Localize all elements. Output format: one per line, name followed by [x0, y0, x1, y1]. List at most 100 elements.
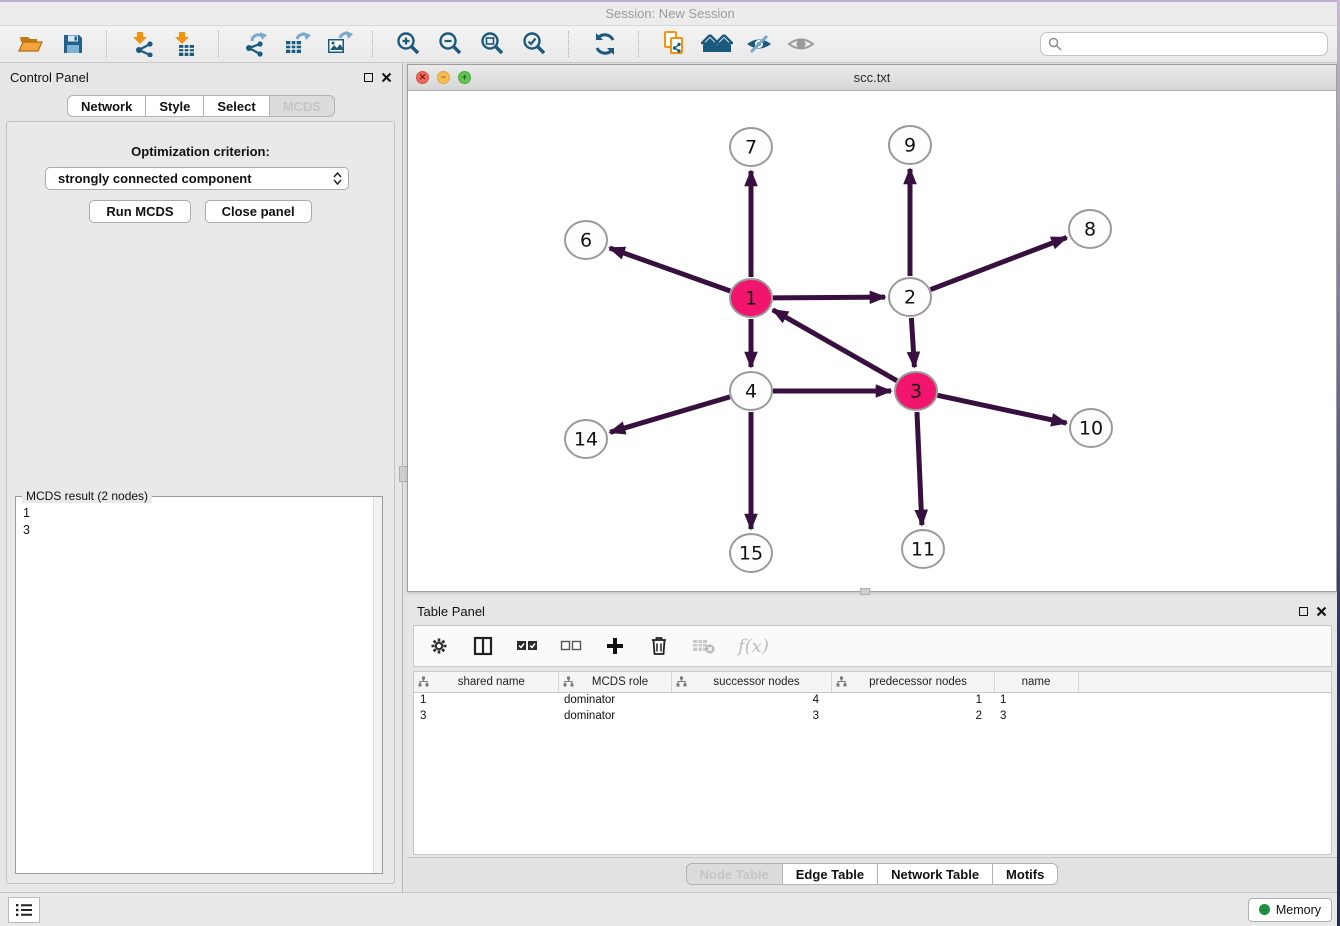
graph-edge-1-2[interactable]: [773, 297, 885, 298]
table-row[interactable]: 3dominator323: [414, 708, 1331, 724]
column-view-icon[interactable]: [472, 631, 494, 661]
open-session-icon[interactable]: [10, 28, 52, 60]
mcds-result-line: 3: [23, 522, 378, 539]
tab-edge-table[interactable]: Edge Table: [783, 863, 878, 885]
export-image-icon[interactable]: [318, 28, 360, 60]
hide-panel-icon[interactable]: [738, 28, 780, 60]
zoom-out-icon[interactable]: [430, 28, 472, 60]
table-cell[interactable]: 1: [831, 692, 994, 708]
table-cell[interactable]: 3: [414, 708, 558, 724]
criterion-select[interactable]: strongly connected component: [45, 167, 349, 190]
memory-button[interactable]: Memory: [1248, 898, 1332, 922]
graph-node-label: 2: [904, 287, 916, 309]
add-column-icon[interactable]: [604, 631, 626, 661]
mcds-result-box: MCDS result (2 nodes) 1 3: [15, 496, 383, 874]
import-network-icon[interactable]: [122, 28, 164, 60]
table-cell[interactable]: dominator: [558, 708, 671, 724]
tab-motifs[interactable]: Motifs: [993, 863, 1058, 885]
deselect-all-icon[interactable]: [560, 631, 582, 661]
graph-edge-3-10[interactable]: [938, 395, 1067, 423]
node-table: shared name MCDS role successor nodes pr…: [413, 671, 1332, 855]
criterion-selected-value: strongly connected component: [58, 171, 252, 186]
graph-node-label: 10: [1079, 418, 1103, 440]
float-panel-icon[interactable]: [364, 73, 373, 82]
network-window-titlebar: scc.txt ✕ − +: [408, 65, 1336, 91]
node-table-body: 1dominator4113dominator323: [414, 692, 1331, 724]
column-header-shared-name[interactable]: shared name: [414, 672, 558, 692]
toolbar-separator: [106, 31, 120, 57]
close-panel-button[interactable]: Close panel: [205, 200, 312, 223]
task-history-button[interactable]: [8, 897, 40, 923]
network-view-window: scc.txt ✕ − + 7968124314101511: [407, 64, 1337, 592]
zoom-selected-icon[interactable]: [514, 28, 556, 60]
column-header-successor-nodes[interactable]: successor nodes: [671, 672, 831, 692]
tab-mcds[interactable]: MCDS: [270, 95, 335, 117]
graph-node-label: 14: [574, 429, 598, 451]
mcds-result-title: MCDS result (2 nodes): [22, 489, 152, 503]
memory-button-label: Memory: [1276, 903, 1321, 917]
column-type-icon: [836, 676, 847, 687]
close-panel-icon[interactable]: [381, 72, 392, 83]
table-cell[interactable]: 3: [994, 708, 1078, 724]
network-canvas-svg: 7968124314101511: [408, 91, 1336, 591]
close-table-panel-icon[interactable]: [1316, 606, 1327, 617]
export-table-icon[interactable]: [276, 28, 318, 60]
delete-column-icon[interactable]: [648, 631, 670, 661]
graph-node-label: 11: [911, 539, 935, 561]
network-window-title: scc.txt: [408, 70, 1336, 85]
column-header-filler: [1078, 672, 1331, 692]
table-cell[interactable]: 3: [671, 708, 831, 724]
graph-edge-3-1[interactable]: [773, 310, 897, 381]
graph-node-label: 1: [745, 288, 757, 310]
run-mcds-button[interactable]: Run MCDS: [89, 200, 190, 223]
zoom-fit-icon[interactable]: [472, 28, 514, 60]
table-panel-header: Table Panel: [407, 597, 1337, 625]
column-header-mcds-role[interactable]: MCDS role: [558, 672, 671, 692]
search-input[interactable]: [1040, 32, 1328, 56]
table-settings-icon[interactable]: [428, 631, 450, 661]
save-session-icon[interactable]: [52, 28, 94, 60]
graph-edge-3-11[interactable]: [917, 412, 922, 525]
table-cell[interactable]: dominator: [558, 692, 671, 708]
home-icon[interactable]: [696, 28, 738, 60]
graph-edge-2-8[interactable]: [931, 237, 1067, 289]
result-scrollbar[interactable]: [373, 497, 382, 873]
graph-edge-4-14[interactable]: [610, 397, 730, 432]
import-table-icon[interactable]: [164, 28, 206, 60]
copy-view-icon[interactable]: [654, 28, 696, 60]
column-header-name[interactable]: name: [994, 672, 1078, 692]
control-panel-header: Control Panel: [0, 63, 402, 91]
column-type-icon: [418, 676, 429, 687]
table-row[interactable]: 1dominator411: [414, 692, 1331, 708]
horizontal-splitter-grip[interactable]: [860, 588, 870, 595]
column-header-predecessor-nodes[interactable]: predecessor nodes: [831, 672, 994, 692]
show-panel-icon[interactable]: [780, 28, 822, 60]
refresh-icon[interactable]: [584, 28, 626, 60]
tab-network[interactable]: Network: [67, 95, 146, 117]
graph-node-label: 3: [910, 381, 922, 403]
tab-select[interactable]: Select: [204, 95, 269, 117]
table-cell[interactable]: 4: [671, 692, 831, 708]
select-all-icon[interactable]: [516, 631, 538, 661]
zoom-in-icon[interactable]: [388, 28, 430, 60]
table-cell[interactable]: 1: [994, 692, 1078, 708]
search-box: [1040, 32, 1328, 56]
function-builder-icon: f(x): [738, 631, 769, 661]
tab-style[interactable]: Style: [146, 95, 204, 117]
table-panel: Table Panel f(x): [407, 597, 1337, 890]
float-table-panel-icon[interactable]: [1299, 607, 1308, 616]
window-titlebar: Session: New Session: [0, 0, 1340, 26]
control-panel-tabs: Network Style Select MCDS: [0, 95, 402, 117]
table-cell[interactable]: 2: [831, 708, 994, 724]
graph-edge-1-6[interactable]: [610, 248, 731, 291]
table-cell[interactable]: 1: [414, 692, 558, 708]
graph-edge-2-3[interactable]: [911, 318, 914, 367]
tab-network-table[interactable]: Network Table: [878, 863, 993, 885]
toolbar-separator: [218, 31, 232, 57]
window-title: Session: New Session: [605, 6, 734, 21]
network-canvas[interactable]: 7968124314101511: [408, 91, 1336, 591]
tab-node-table[interactable]: Node Table: [686, 863, 783, 885]
table-toolbar: f(x): [413, 625, 1332, 667]
export-network-icon[interactable]: [234, 28, 276, 60]
toolbar-separator: [568, 31, 582, 57]
